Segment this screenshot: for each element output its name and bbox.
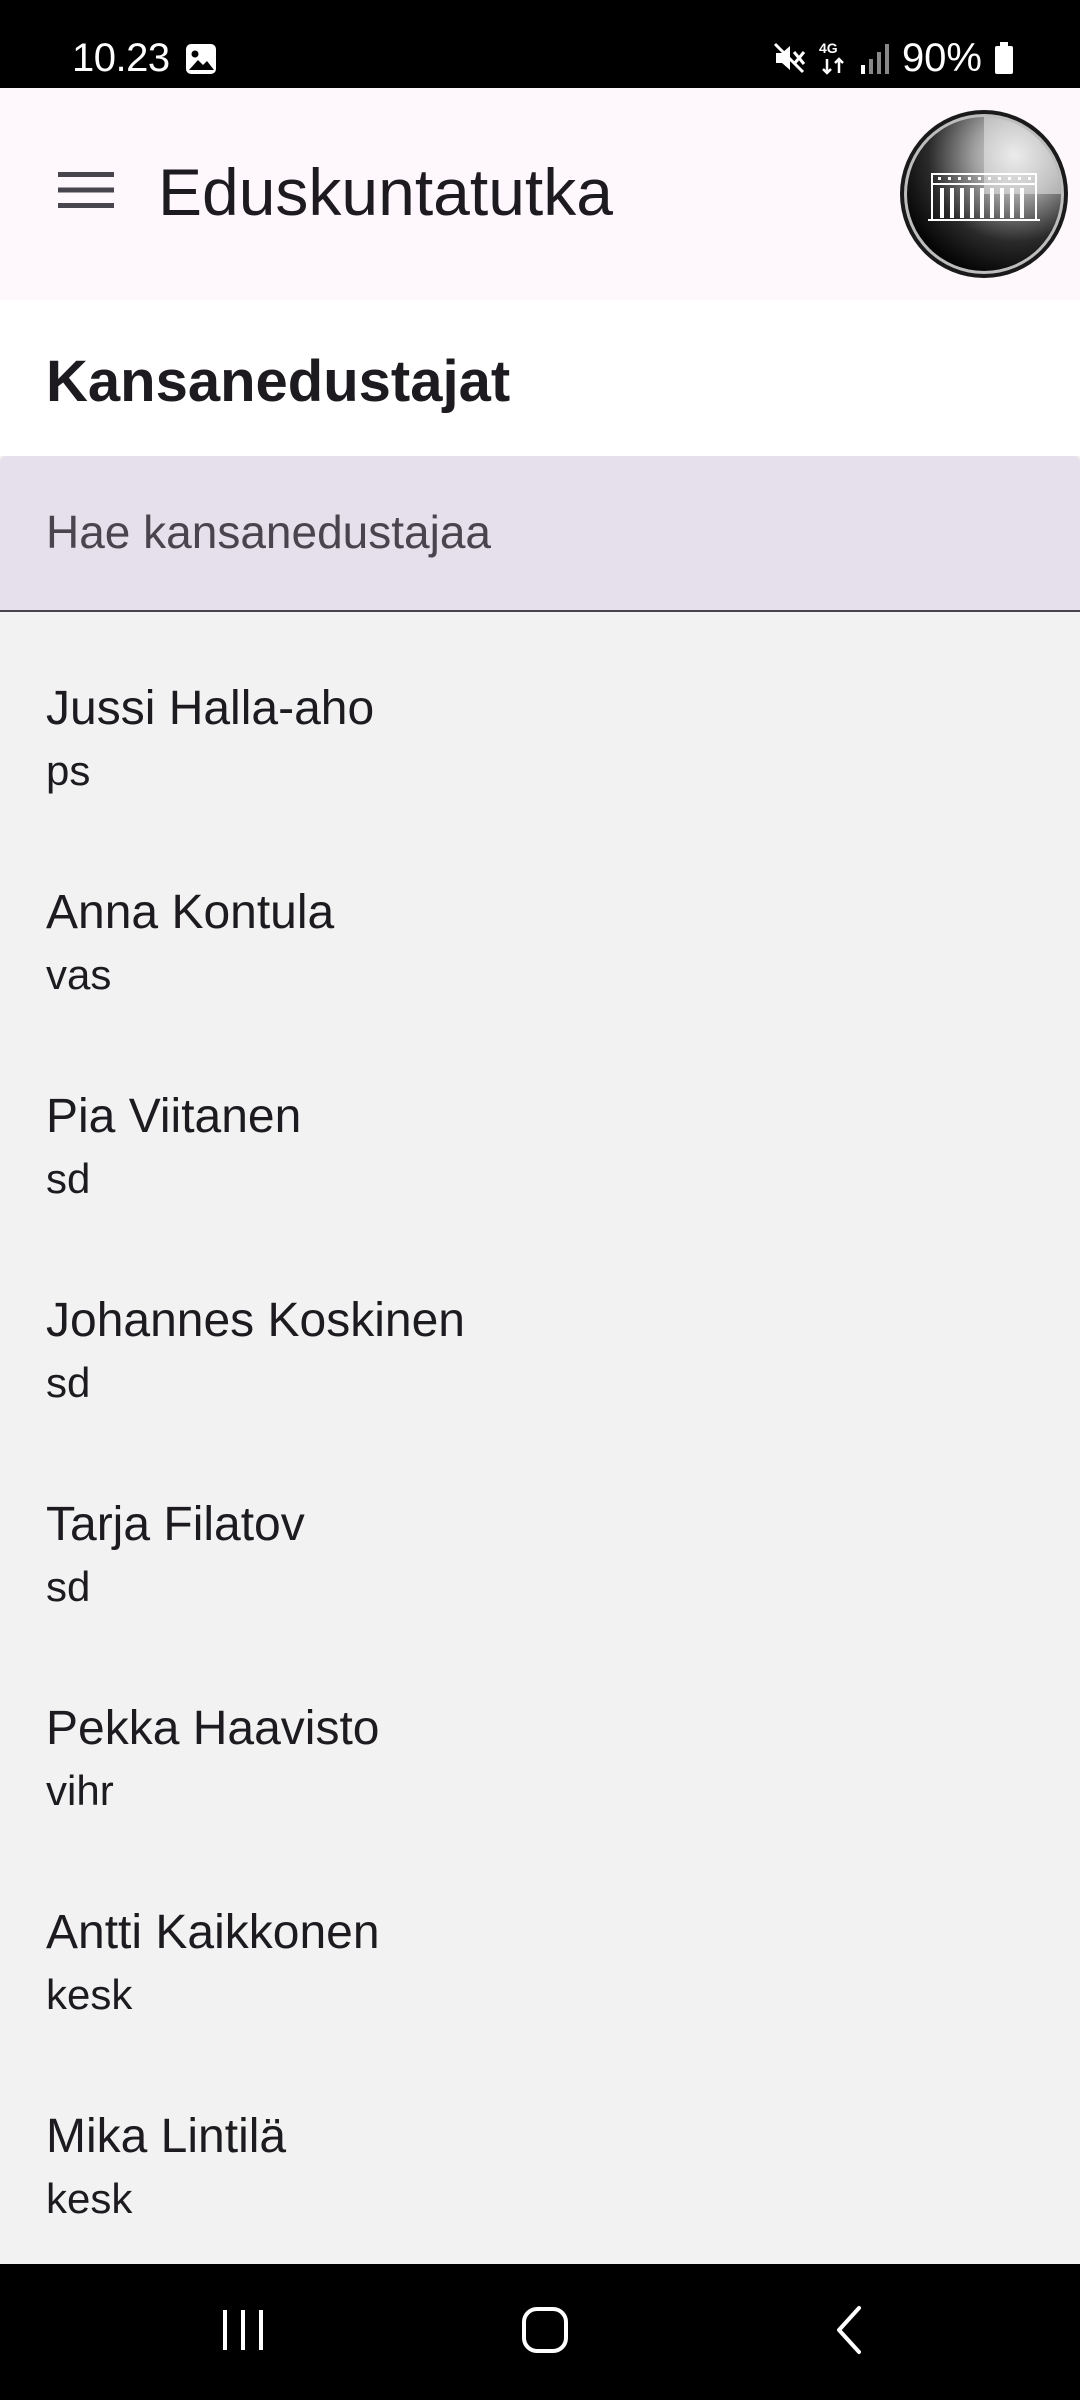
list-item[interactable]: Pekka Haavisto vihr — [0, 1632, 1080, 1836]
member-party: vihr — [46, 1767, 114, 1814]
app-title: Eduskuntatutka — [158, 155, 613, 229]
svg-text:4G: 4G — [819, 40, 838, 56]
signal-icon — [860, 41, 890, 75]
list-item[interactable]: Antti Kaikkonen kesk — [0, 1836, 1080, 2040]
member-name: Anna Kontula — [46, 886, 335, 939]
member-party: kesk — [46, 1971, 133, 2018]
battery-percentage: 90% — [901, 36, 982, 80]
back-button[interactable] — [789, 2292, 909, 2372]
member-party: vas — [46, 951, 112, 998]
list-item[interactable]: Pia Viitanen sd — [0, 1020, 1080, 1224]
home-icon — [521, 2306, 569, 2359]
member-party: sd — [46, 1563, 91, 1610]
recents-button[interactable] — [183, 2292, 303, 2372]
parliament-logo[interactable] — [898, 108, 1070, 280]
page-heading: Kansanedustajat — [0, 300, 1080, 456]
page-title: Kansanedustajat — [46, 349, 511, 414]
mute-icon — [772, 41, 806, 75]
search-input[interactable] — [46, 496, 1026, 568]
member-party: ps — [46, 747, 91, 794]
recents-icon — [219, 2308, 267, 2357]
search-field[interactable] — [0, 456, 1080, 612]
back-icon — [833, 2304, 865, 2361]
status-icons: 4G 90% — [772, 34, 1014, 82]
home-button[interactable] — [485, 2292, 605, 2372]
member-party: sd — [46, 1359, 91, 1406]
list-item[interactable]: Johannes Koskinen sd — [0, 1224, 1080, 1428]
member-name: Johannes Koskinen — [46, 1294, 465, 1347]
member-name: Mika Lintilä — [46, 2110, 287, 2163]
menu-icon — [58, 170, 114, 215]
member-name: Jussi Halla-aho — [46, 682, 375, 735]
gallery-icon — [184, 42, 218, 76]
status-bar: 10.23 4G 90% — [0, 0, 1080, 88]
list-item[interactable]: Tarja Filatov sd — [0, 1428, 1080, 1632]
member-name: Pekka Haavisto — [46, 1702, 380, 1755]
member-name: Tarja Filatov — [46, 1498, 305, 1551]
list-item[interactable]: Mika Lintilä kesk — [0, 2040, 1080, 2244]
member-party: kesk — [46, 2175, 133, 2222]
member-name: Antti Kaikkonen — [46, 1906, 380, 1959]
member-name: Pia Viitanen — [46, 1090, 302, 1143]
navigation-bar — [0, 2264, 1080, 2400]
app-bar: Eduskuntatutka — [0, 88, 1080, 300]
battery-icon — [994, 41, 1014, 75]
network-4g-icon: 4G — [818, 39, 848, 77]
member-party: sd — [46, 1155, 91, 1202]
status-time: 10.23 — [72, 36, 170, 80]
menu-button[interactable] — [40, 146, 132, 238]
list-item[interactable]: Jussi Halla-aho ps — [0, 612, 1080, 816]
list-item[interactable]: Anna Kontula vas — [0, 816, 1080, 1020]
member-list[interactable]: Jussi Halla-aho ps Anna Kontula vas Pia … — [0, 612, 1080, 2264]
